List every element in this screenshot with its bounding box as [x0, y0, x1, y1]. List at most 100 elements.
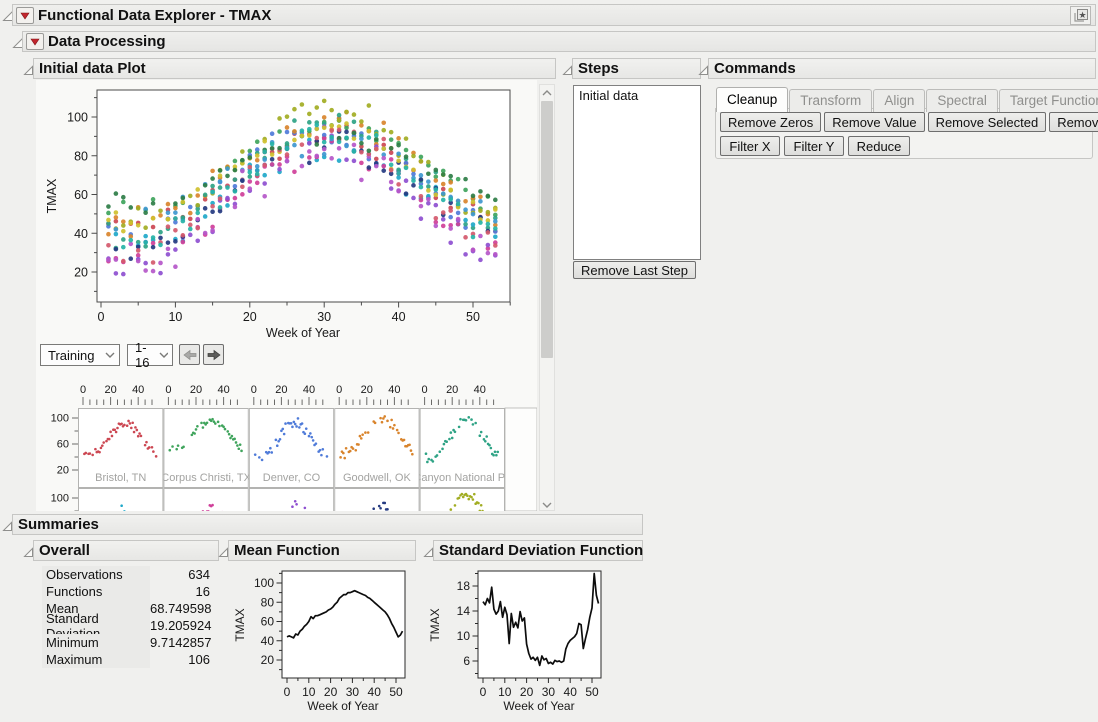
panel-title: Initial data Plot — [39, 60, 146, 77]
tab-cleanup[interactable]: Cleanup — [716, 87, 788, 112]
svg-text:100: 100 — [51, 413, 69, 425]
svg-text:40: 40 — [217, 384, 229, 396]
steps-list-item[interactable]: Initial data — [574, 86, 700, 105]
data-processing-bar: Data Processing — [22, 31, 1096, 52]
svg-text:40: 40 — [368, 685, 382, 699]
function-small-multiples[interactable]: 020401006020Bristol, TN100602002040Corpu… — [36, 378, 537, 511]
svg-text:Week of Year: Week of Year — [503, 699, 574, 713]
stat-label: Functions — [42, 583, 150, 600]
svg-text:20: 20 — [261, 653, 275, 667]
svg-text:30: 30 — [542, 685, 556, 699]
svg-text:TMAX: TMAX — [45, 178, 59, 213]
remove-selected-button[interactable]: Remove Selected — [928, 112, 1047, 132]
chevron-down-icon — [542, 502, 552, 508]
dropdown-value: 1-16 — [135, 340, 159, 370]
mean-function-plot[interactable]: 0102030405020406080100Week of YearTMAX — [230, 563, 416, 715]
svg-text:0: 0 — [98, 310, 105, 324]
chevron-up-icon — [542, 90, 552, 96]
scroll-up-button[interactable] — [540, 85, 554, 100]
svg-text:40: 40 — [388, 384, 400, 396]
steps-list[interactable]: Initial data — [573, 85, 701, 260]
tab-spectral[interactable]: Spectral — [926, 89, 998, 112]
red-triangle-icon — [29, 36, 41, 47]
svg-text:20: 20 — [446, 384, 458, 396]
svg-text:40: 40 — [303, 384, 315, 396]
stat-value: 16 — [150, 584, 210, 599]
svg-text:18: 18 — [457, 579, 471, 593]
filter-x-button[interactable]: Filter X — [720, 136, 780, 156]
stat-value: 106 — [150, 652, 210, 667]
remove-last-step-button[interactable]: Remove Last Step — [573, 261, 696, 279]
chevron-down-icon — [159, 352, 168, 359]
left-arrow-icon — [183, 349, 197, 361]
remove-value-button[interactable]: Remove Value — [824, 112, 924, 132]
red-triangle-menu-button[interactable] — [16, 7, 34, 24]
svg-text:100: 100 — [67, 111, 88, 125]
dropdown-value: Training — [48, 348, 94, 363]
sd-function-header: Standard Deviation Function — [433, 540, 643, 561]
svg-text:20: 20 — [520, 685, 534, 699]
cleanup-buttons-row1: Remove Zeros Remove Value Remove Selecte… — [720, 112, 1098, 132]
svg-text:100: 100 — [51, 493, 69, 505]
cleanup-buttons-row2: Filter X Filter Y Reduce — [720, 136, 910, 156]
svg-text:TMAX: TMAX — [428, 608, 442, 641]
table-row: Maximum 106 — [42, 651, 212, 668]
svg-text:10: 10 — [302, 685, 316, 699]
svg-text:Corpus Christi, TX: Corpus Christi, TX — [161, 472, 251, 484]
stat-label: Maximum — [42, 651, 150, 668]
table-row: Standard Deviation 19.205924 — [42, 617, 212, 634]
panel-title: Standard Deviation Function — [439, 542, 643, 559]
svg-text:50: 50 — [466, 310, 480, 324]
svg-text:Denver, CO: Denver, CO — [263, 472, 321, 484]
table-row: Functions 16 — [42, 583, 212, 600]
panel-title: Mean Function — [234, 542, 340, 559]
initial-data-scatter-plot[interactable]: 0102030405020406080100Week of YearTMAX — [36, 84, 537, 342]
reduce-button[interactable]: Reduce — [848, 136, 910, 156]
svg-text:60: 60 — [57, 439, 69, 451]
svg-text:20: 20 — [57, 465, 69, 477]
svg-text:20: 20 — [104, 384, 116, 396]
tab-align[interactable]: Align — [873, 89, 925, 112]
scrollbar-thumb[interactable] — [541, 101, 553, 358]
stat-value: 19.205924 — [150, 618, 210, 633]
svg-text:80: 80 — [74, 149, 88, 163]
remove-unselected-button[interactable]: Remove Unselected — [1049, 112, 1098, 132]
initial-data-plot-header: Initial data Plot — [33, 58, 556, 79]
svg-text:100: 100 — [254, 576, 274, 590]
svg-text:0: 0 — [165, 384, 171, 396]
svg-text:20: 20 — [275, 384, 287, 396]
svg-text:40: 40 — [392, 310, 406, 324]
report-window-button[interactable]: ★ — [1070, 6, 1091, 25]
vertical-scrollbar[interactable] — [539, 84, 555, 511]
report-window-icon: ★ — [1073, 8, 1089, 23]
summaries-header: Summaries — [12, 514, 643, 535]
section-title: Data Processing — [48, 33, 166, 50]
svg-text:0: 0 — [80, 384, 86, 396]
overall-header: Overall — [33, 540, 219, 561]
svg-text:0: 0 — [251, 384, 257, 396]
svg-text:50: 50 — [389, 685, 403, 699]
scroll-down-button[interactable] — [540, 497, 554, 512]
svg-text:20: 20 — [190, 384, 202, 396]
next-page-button[interactable] — [203, 344, 224, 365]
svg-text:Goodwell, OK: Goodwell, OK — [343, 472, 412, 484]
svg-text:0: 0 — [422, 384, 428, 396]
range-dropdown[interactable]: 1-16 — [127, 344, 173, 366]
svg-text:★: ★ — [1078, 10, 1086, 20]
remove-zeros-button[interactable]: Remove Zeros — [720, 112, 821, 132]
svg-text:0: 0 — [336, 384, 342, 396]
svg-text:40: 40 — [74, 227, 88, 241]
mean-function-header: Mean Function — [228, 540, 416, 561]
svg-text:20: 20 — [74, 266, 88, 280]
tab-transform[interactable]: Transform — [789, 89, 872, 112]
svg-text:6: 6 — [463, 654, 470, 668]
filter-y-button[interactable]: Filter Y — [784, 136, 844, 156]
training-set-dropdown[interactable]: Training — [40, 344, 120, 366]
red-triangle-menu-button[interactable] — [26, 33, 44, 50]
tab-target-functions[interactable]: Target Functions — [999, 89, 1098, 112]
stat-value: 634 — [150, 567, 210, 582]
previous-page-button[interactable] — [179, 344, 200, 365]
panel-title: Commands — [714, 60, 796, 77]
sd-function-plot[interactable]: 010203040506101418Week of YearTMAX — [425, 563, 613, 715]
svg-text:30: 30 — [317, 310, 331, 324]
